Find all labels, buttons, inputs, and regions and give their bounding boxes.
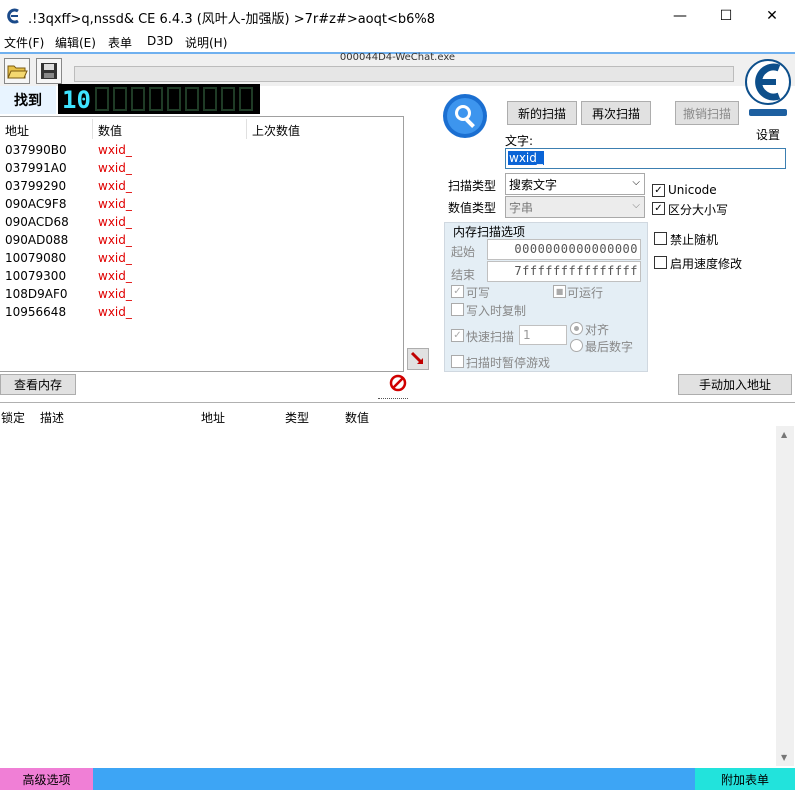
fast-scan-value-input[interactable]: 1 <box>519 325 567 345</box>
next-scan-button[interactable]: 再次扫描 <box>581 101 651 125</box>
header-value[interactable]: 数值 <box>98 122 122 139</box>
speed-hack-label: 启用速度修改 <box>670 257 743 271</box>
scan-type-label: 扫描类型 <box>448 179 497 193</box>
results-list[interactable]: 地址 数值 上次数值 037990B0 wxid_ 037991A0 wxid_ 0… <box>0 116 404 372</box>
menu-d3d[interactable]: D3D <box>147 34 173 48</box>
speed-hack-checkbox[interactable] <box>654 256 667 269</box>
menu-bar: 文件(F) 编辑(E) 表单 D3D 说明(H) <box>0 32 795 53</box>
header-address[interactable]: 地址 <box>5 122 29 139</box>
cheat-engine-logo[interactable] <box>743 54 793 120</box>
scan-progress-bar <box>74 66 734 82</box>
cheat-engine-icon <box>7 8 19 24</box>
settings-label[interactable]: 设置 <box>756 126 780 143</box>
menu-help[interactable]: 说明(H) <box>185 34 227 51</box>
title-bar: .!3qxff>q,nssd& CE 6.4.3 (风叶人-加强版) >7r#z… <box>0 0 795 32</box>
menu-table[interactable]: 表单 <box>108 34 132 51</box>
process-name: 000044D4-WeChat.exe <box>339 52 456 63</box>
align-radio[interactable] <box>570 322 583 335</box>
fast-scan-checkbox[interactable]: ✓ <box>451 329 464 342</box>
scan-value-input[interactable]: wxid_ <box>505 148 786 169</box>
window-title: .!3qxff>q,nssd& CE 6.4.3 (风叶人-加强版) >7r#z… <box>28 12 436 27</box>
header-description[interactable]: 描述 <box>40 409 64 426</box>
case-sensitive-checkbox[interactable]: ✓ <box>652 202 665 215</box>
close-button[interactable]: ✕ <box>749 0 795 32</box>
fast-scan-label: 快速扫描 <box>466 330 515 344</box>
start-address-input[interactable]: 0000000000000000 <box>487 239 641 260</box>
executable-label: 可运行 <box>567 286 604 300</box>
found-count-display: 10 <box>58 84 260 114</box>
scroll-up-icon[interactable]: ▲ <box>781 430 787 439</box>
status-bar <box>93 768 695 790</box>
end-label: 结束 <box>451 268 476 282</box>
magnifier-icon[interactable] <box>441 92 489 140</box>
advanced-options-button[interactable]: 高级选项 <box>0 768 93 790</box>
start-label: 起始 <box>451 245 476 259</box>
value-type-label: 数值类型 <box>448 201 497 215</box>
header-lock[interactable]: 锁定 <box>1 409 25 426</box>
lcd-digits: 10 <box>62 86 253 114</box>
found-label: 找到 <box>0 86 56 114</box>
vertical-scrollbar[interactable]: ▲ ▼ <box>776 426 794 766</box>
undo-scan-button[interactable]: 撤销扫描 <box>675 101 739 125</box>
found-count: 10 <box>62 86 91 114</box>
pause-game-label: 扫描时暂停游戏 <box>466 356 551 370</box>
table-extras-button[interactable]: 附加表单 <box>695 768 795 790</box>
copy-on-write-label: 写入时复制 <box>466 304 527 318</box>
header-address[interactable]: 地址 <box>201 409 225 426</box>
last-digits-radio[interactable] <box>570 339 583 352</box>
last-digits-label: 最后数字 <box>585 340 634 354</box>
unicode-checkbox[interactable]: ✓ <box>652 184 665 197</box>
align-label: 对齐 <box>585 323 610 337</box>
disable-random-checkbox[interactable] <box>654 232 667 245</box>
executable-checkbox[interactable]: ■ <box>553 285 566 298</box>
header-value[interactable]: 数值 <box>345 409 369 426</box>
scroll-down-icon[interactable]: ▼ <box>781 753 787 762</box>
case-sensitive-label: 区分大小写 <box>668 203 729 217</box>
disable-random-label: 禁止随机 <box>670 233 719 247</box>
end-address-input[interactable]: 7fffffffffffffff <box>487 261 641 282</box>
minimize-button[interactable]: — <box>657 0 703 32</box>
writable-label: 可写 <box>466 286 491 300</box>
address-table[interactable]: 锁定 描述 地址 类型 数值 <box>0 402 795 767</box>
memory-options-title: 内存扫描选项 <box>453 225 526 239</box>
header-previous[interactable]: 上次数值 <box>252 122 300 139</box>
add-address-manually-button[interactable]: 手动加入地址 <box>678 374 792 395</box>
new-scan-button[interactable]: 新的扫描 <box>507 101 577 125</box>
unicode-label: Unicode <box>668 183 717 197</box>
value-type-select[interactable]: 字串 ⌵ <box>505 196 645 218</box>
copy-on-write-checkbox[interactable] <box>451 303 464 316</box>
stop-icon[interactable] <box>389 374 407 392</box>
scan-value-text: wxid_ <box>508 151 544 165</box>
header-type[interactable]: 类型 <box>285 409 309 426</box>
writable-checkbox[interactable]: ✓ <box>451 285 464 298</box>
maximize-button[interactable]: ☐ <box>703 0 749 32</box>
menu-edit[interactable]: 编辑(E) <box>55 34 96 51</box>
memory-scan-options: 内存扫描选项 起始 0000000000000000 结束 7fffffffff… <box>444 222 648 372</box>
text-label: 文字: <box>505 134 534 148</box>
menu-file[interactable]: 文件(F) <box>4 34 44 51</box>
view-memory-button[interactable]: 查看内存 <box>0 374 76 395</box>
pause-game-checkbox[interactable] <box>451 355 464 368</box>
add-to-list-button[interactable] <box>407 348 429 370</box>
chevron-down-icon: ⌵ <box>632 177 640 188</box>
chevron-down-icon: ⌵ <box>632 200 640 211</box>
arrow-down-right-icon <box>410 351 424 365</box>
scan-type-select[interactable]: 搜索文字 ⌵ <box>505 173 645 195</box>
